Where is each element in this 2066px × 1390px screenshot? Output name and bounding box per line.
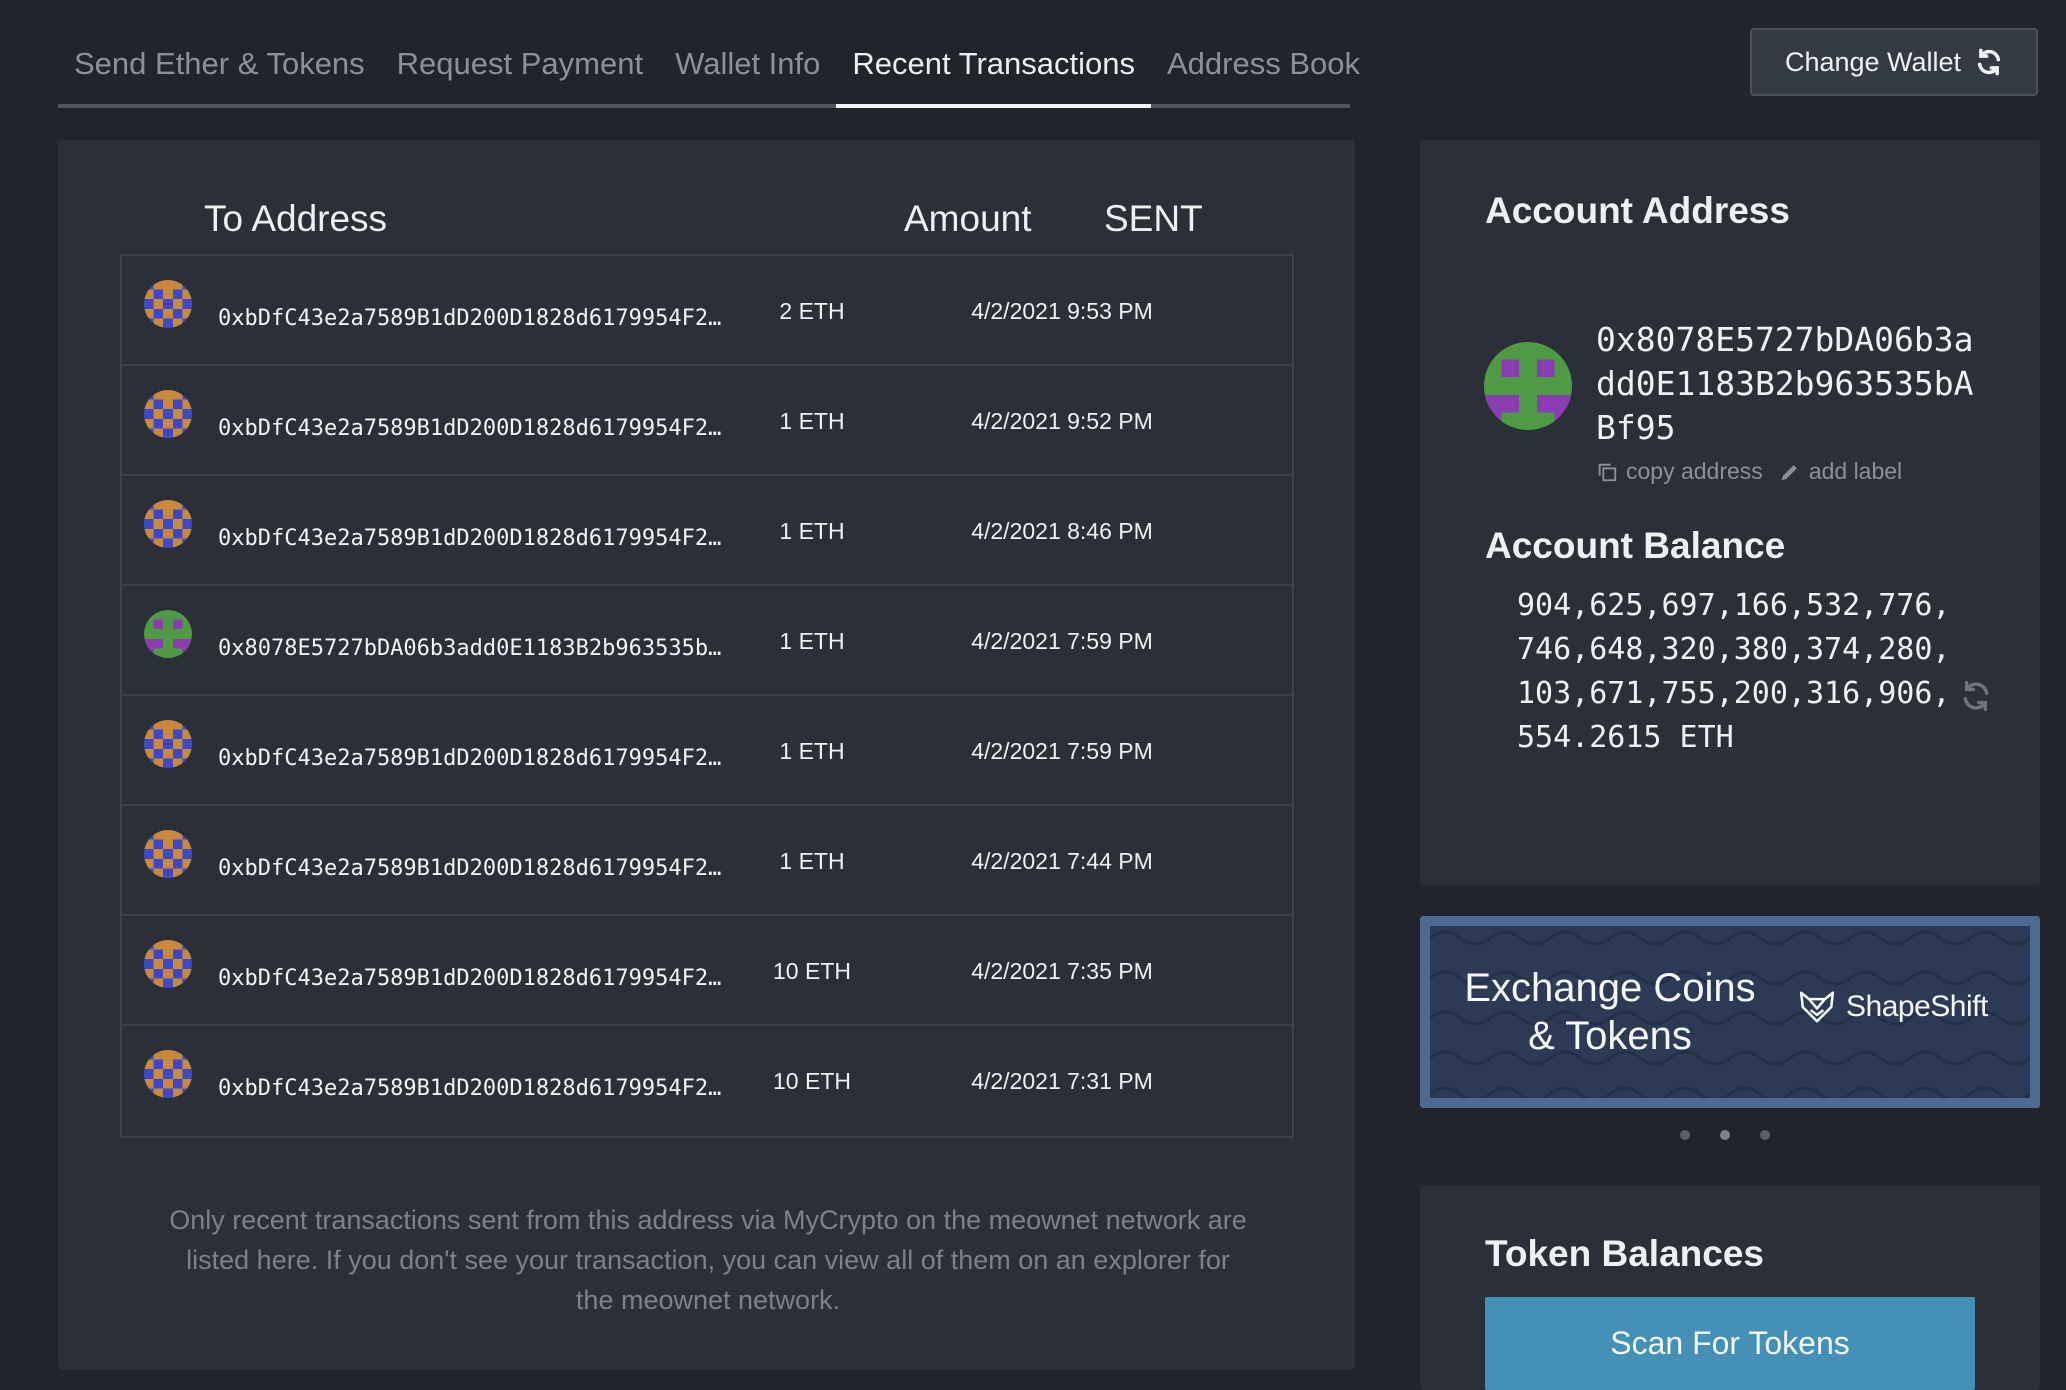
amount-cell: 10 ETH	[773, 1068, 851, 1094]
account-balance-title: Account Balance	[1485, 525, 1786, 566]
shapeshift-promo-banner[interactable]: Exchange Coins & Tokens ShapeShift	[1420, 916, 2040, 1108]
promo-text-line2: & Tokens	[1528, 1014, 1692, 1058]
amount-cell: 1 ETH	[779, 408, 845, 434]
table-row: 0xbDfC43e2a7589B1dD200D1828d6179954F2… 10…	[122, 1026, 1292, 1136]
to-address[interactable]: 0xbDfC43e2a7589B1dD200D1828d6179954F2…	[218, 416, 778, 441]
main-tabs: Send Ether & Tokens Request Payment Wall…	[58, 34, 1360, 108]
tab-address-book[interactable]: Address Book	[1151, 34, 1376, 104]
to-address[interactable]: 0xbDfC43e2a7589B1dD200D1828d6179954F2…	[218, 746, 778, 771]
add-label-text: add label	[1808, 458, 1903, 484]
amount-cell: 2 ETH	[779, 298, 845, 324]
identicon-icon	[144, 830, 192, 878]
account-identicon	[1484, 342, 1572, 430]
identicon-icon	[144, 720, 192, 768]
table-row: 0xbDfC43e2a7589B1dD200D1828d6179954F2… 1 …	[122, 366, 1292, 476]
account-panel: Account Address 0x8078E5727bDA06b3add0E1…	[1420, 140, 2040, 885]
transactions-note: Only recent transactions sent from this …	[169, 1205, 1247, 1315]
token-balances-panel: Token Balances Scan For Tokens	[1420, 1185, 2040, 1390]
refresh-icon	[1977, 48, 2001, 76]
header-amount: Amount	[904, 198, 1032, 239]
header-to-address: To Address	[204, 198, 388, 239]
table-row: 0xbDfC43e2a7589B1dD200D1828d6179954F2… 10…	[122, 916, 1292, 1026]
promo-inner: Exchange Coins & Tokens ShapeShift	[1430, 926, 2030, 1098]
to-address[interactable]: 0xbDfC43e2a7589B1dD200D1828d6179954F2…	[218, 966, 778, 991]
table-row: 0xbDfC43e2a7589B1dD200D1828d6179954F2… 2 …	[122, 256, 1292, 366]
sent-date-cell: 4/2/2021 7:59 PM	[971, 738, 1153, 764]
amount-cell: 1 ETH	[779, 738, 845, 764]
shapeshift-brand: ShapeShift	[1846, 990, 1988, 1023]
table-row: 0x8078E5727bDA06b3add0E1183B2b963535b… 1 …	[122, 586, 1292, 696]
token-balances-title: Token Balances	[1485, 1233, 1764, 1274]
shapeshift-logo: ShapeShift	[1798, 988, 1988, 1026]
transactions-table: 0xbDfC43e2a7589B1dD200D1828d6179954F2… 2 …	[120, 254, 1294, 1138]
to-address[interactable]: 0xbDfC43e2a7589B1dD200D1828d6179954F2…	[218, 526, 778, 551]
amount-cell: 1 ETH	[779, 848, 845, 874]
carousel-dots	[1680, 1130, 1770, 1140]
amount-cell: 1 ETH	[779, 518, 845, 544]
identicon-icon	[144, 500, 192, 548]
sent-date-cell: 4/2/2021 8:46 PM	[971, 518, 1153, 544]
tab-recent-transactions[interactable]: Recent Transactions	[836, 34, 1151, 108]
amount-cell: 10 ETH	[773, 958, 851, 984]
header-sent: SENT	[1104, 198, 1203, 239]
account-address-title: Account Address	[1485, 190, 1790, 231]
sent-date-cell: 4/2/2021 7:59 PM	[971, 628, 1153, 654]
amount-cell: 1 ETH	[779, 628, 845, 654]
identicon-icon	[144, 940, 192, 988]
copy-icon	[1598, 463, 1617, 481]
copy-address-label: copy address	[1626, 458, 1763, 484]
account-address: 0x8078E5727bDA06b3add0E1183B2b963535bABf…	[1596, 320, 1974, 447]
add-label-link[interactable]: add label	[1779, 458, 1902, 485]
carousel-dot-2[interactable]	[1720, 1130, 1730, 1140]
copy-address-link[interactable]: copy address	[1596, 458, 1763, 485]
transactions-header: To Address Amount SENT	[146, 198, 1326, 258]
table-row: 0xbDfC43e2a7589B1dD200D1828d6179954F2… 1 …	[122, 476, 1292, 586]
identicon-icon	[144, 280, 192, 328]
table-row: 0xbDfC43e2a7589B1dD200D1828d6179954F2… 1 …	[122, 696, 1292, 806]
change-wallet-button[interactable]: Change Wallet	[1750, 28, 2038, 96]
scan-for-tokens-button[interactable]: Scan For Tokens	[1485, 1297, 1975, 1390]
sent-date-cell: 4/2/2021 7:31 PM	[971, 1068, 1153, 1094]
table-row: 0xbDfC43e2a7589B1dD200D1828d6179954F2… 1 …	[122, 806, 1292, 916]
sent-date-cell: 4/2/2021 7:44 PM	[971, 848, 1153, 874]
to-address[interactable]: 0xbDfC43e2a7589B1dD200D1828d6179954F2…	[218, 1076, 778, 1101]
sent-date-cell: 4/2/2021 9:52 PM	[971, 408, 1153, 434]
account-balance-value: 904,625,697,166,532,776,746,648,320,380,…	[1517, 588, 1951, 755]
carousel-dot-3[interactable]	[1760, 1130, 1770, 1140]
address-actions: copy address add label	[1596, 458, 1902, 485]
to-address[interactable]: 0xbDfC43e2a7589B1dD200D1828d6179954F2…	[218, 306, 778, 331]
wallet-page: Send Ether & Tokens Request Payment Wall…	[0, 0, 2066, 1390]
change-wallet-label: Change Wallet	[1784, 46, 1962, 77]
refresh-balance-icon[interactable]	[1960, 680, 1992, 712]
carousel-dot-1[interactable]	[1680, 1130, 1690, 1140]
tab-send-ether[interactable]: Send Ether & Tokens	[58, 34, 381, 104]
recent-transactions-panel: To Address Amount SENT 0xbDfC43e2a7589B1…	[58, 140, 1355, 1370]
to-address[interactable]: 0xbDfC43e2a7589B1dD200D1828d6179954F2…	[218, 856, 778, 881]
identicon-icon	[144, 610, 192, 658]
identicon-icon	[144, 390, 192, 438]
to-address[interactable]: 0x8078E5727bDA06b3add0E1183B2b963535b…	[218, 636, 778, 661]
identicon-icon	[144, 1050, 192, 1098]
tab-request-payment[interactable]: Request Payment	[381, 34, 659, 104]
promo-text-line1: Exchange Coins	[1464, 966, 1756, 1010]
sent-date-cell: 4/2/2021 7:35 PM	[971, 958, 1153, 984]
promo-text: Exchange Coins & Tokens	[1460, 964, 1760, 1060]
fox-icon	[1799, 991, 1835, 1023]
sent-date-cell: 4/2/2021 9:53 PM	[971, 298, 1153, 324]
pencil-icon	[1781, 464, 1797, 480]
tab-wallet-info[interactable]: Wallet Info	[659, 34, 836, 104]
